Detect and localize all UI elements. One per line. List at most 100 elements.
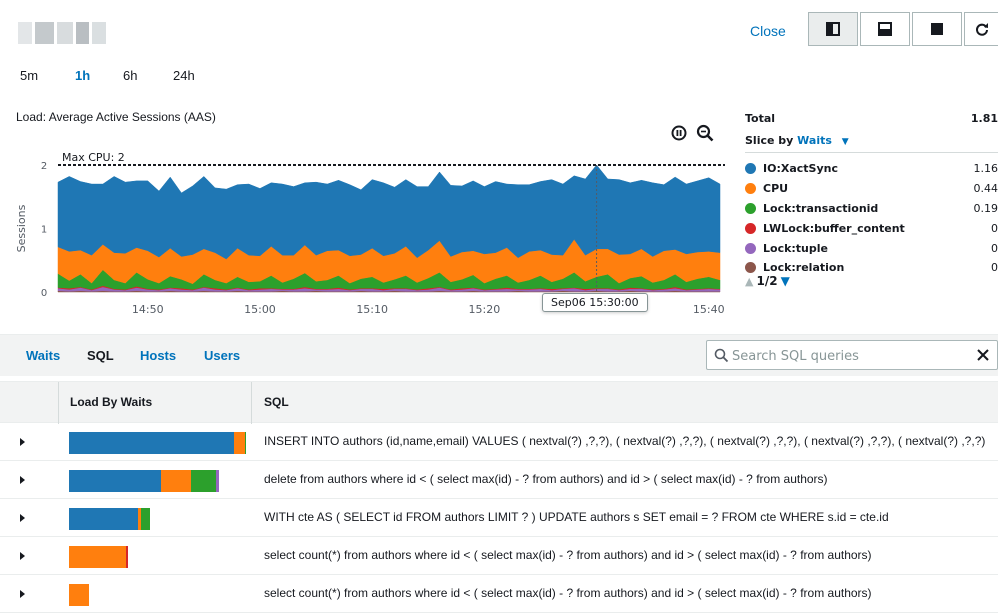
chart-title: Load: Average Active Sessions (AAS) — [16, 110, 216, 124]
table-header: Load By Waits SQL — [0, 381, 998, 424]
legend-color-dot — [745, 262, 756, 274]
legend-color-dot — [745, 183, 756, 195]
table-row[interactable]: select count(*) from authors where id < … — [0, 575, 998, 613]
legend-item-label: Lock:relation — [763, 261, 845, 275]
slice-by-value[interactable]: Waits — [797, 134, 832, 147]
sql-text: WITH cte AS ( SELECT id FROM authors LIM… — [264, 510, 889, 524]
legend-item-label: CPU — [763, 182, 789, 196]
expand-caret-icon[interactable] — [20, 552, 25, 560]
tab-hosts[interactable]: Hosts — [140, 348, 176, 363]
x-tick-label: 15:10 — [356, 303, 388, 316]
search-icon — [714, 348, 729, 363]
legend-item-label: IO:XactSync — [763, 162, 838, 176]
load-bar-segment — [244, 432, 246, 454]
split-vertical-button[interactable] — [808, 12, 858, 46]
y-tick-label: 1 — [41, 225, 47, 236]
table-row[interactable]: delete from authors where id < ( select … — [0, 461, 998, 499]
search-input[interactable] — [732, 346, 972, 366]
chart-tooltip: Sep06 15:30:00 — [542, 293, 648, 312]
legend-item-label: LWLock:buffer_content — [763, 221, 905, 235]
legend-items: IO:XactSync 1.16 CPU 0.44 Lock:transactionid… — [745, 159, 998, 277]
expand-caret-icon[interactable] — [20, 514, 25, 522]
load-bar-segment — [69, 432, 234, 454]
column-header-sql[interactable]: SQL — [264, 395, 289, 409]
table-row[interactable]: WITH cte AS ( SELECT id FROM authors LIM… — [0, 499, 998, 537]
slice-by-prefix: Slice by — [745, 134, 794, 147]
threshold-label: Max CPU: 2 — [62, 151, 125, 164]
expand-caret-icon[interactable] — [20, 476, 25, 484]
x-tick-label: 15:40 — [693, 303, 725, 316]
close-icon[interactable] — [975, 347, 991, 363]
page-prev-icon[interactable]: ▲ — [745, 275, 753, 288]
legend-color-dot — [745, 202, 756, 214]
expand-caret-icon[interactable] — [20, 438, 25, 446]
chevron-down-icon[interactable]: ▼ — [842, 137, 849, 147]
x-tick-label: 15:00 — [244, 303, 276, 316]
chart-legend: Total 1.81 Slice by Waits ▼ IO:XactSync 1… — [745, 112, 998, 277]
tab-waits[interactable]: Waits — [26, 348, 60, 363]
load-bar-segment — [141, 508, 150, 530]
full-view-icon — [931, 23, 943, 35]
load-bar-segment — [69, 546, 126, 568]
table-row[interactable]: INSERT INTO authors (id,name,email) VALU… — [0, 423, 998, 461]
expand-caret-icon[interactable] — [20, 590, 25, 598]
load-bar-segment — [69, 508, 138, 530]
tab-sql[interactable]: SQL — [87, 348, 114, 363]
column-divider — [58, 382, 59, 424]
legend-item-label: Lock:transactionid — [763, 201, 879, 215]
y-tick-label: 0 — [41, 288, 47, 299]
load-bar-segment — [69, 470, 161, 492]
legend-total-label: Total — [745, 112, 776, 125]
legend-item-value: 1.16 — [973, 162, 998, 176]
table-row[interactable]: select count(*) from authors where id < … — [0, 537, 998, 575]
tab-users[interactable]: Users — [204, 348, 240, 363]
sql-text: select count(*) from authors where id < … — [264, 548, 872, 562]
full-view-button[interactable] — [912, 12, 962, 46]
legend-item[interactable]: CPU 0.44 — [745, 179, 998, 199]
load-bar — [69, 470, 219, 492]
load-bar-segment — [190, 470, 216, 492]
legend-item[interactable]: Lock:transactionid 0.19 — [745, 199, 998, 219]
time-range-5m[interactable]: 5m — [20, 68, 38, 83]
slice-by-selector[interactable]: Slice by Waits ▼ — [745, 134, 998, 153]
legend-item[interactable]: LWLock:buffer_content 0 — [745, 218, 998, 238]
split-vertical-icon — [826, 22, 840, 36]
legend-item[interactable]: IO:XactSync 1.16 — [745, 159, 998, 179]
legend-item-value: 0 — [991, 261, 998, 275]
legend-color-dot — [745, 242, 756, 254]
legend-color-dot — [745, 163, 756, 175]
legend-item-value: 0 — [991, 221, 998, 235]
legend-total: Total 1.81 — [745, 112, 998, 125]
x-tick-label: 14:50 — [132, 303, 164, 316]
legend-item-value: 0.19 — [973, 201, 998, 215]
column-divider — [251, 382, 252, 424]
time-range-24h[interactable]: 24h — [173, 68, 195, 83]
x-tick-label: 15:20 — [469, 303, 501, 316]
y-axis-label: Sessions — [15, 204, 28, 252]
legend-total-value: 1.81 — [970, 112, 998, 125]
sql-text: INSERT INTO authors (id,name,email) VALU… — [264, 434, 986, 448]
search-box — [706, 340, 998, 370]
load-bar-segment — [216, 470, 219, 492]
close-link[interactable]: Close — [750, 23, 786, 39]
page-label: 1/2 — [756, 274, 778, 288]
legend-pagination: ▲ 1/2 ▼ — [745, 274, 790, 288]
split-horizontal-icon — [878, 22, 892, 36]
time-range-6h[interactable]: 6h — [123, 68, 137, 83]
legend-item[interactable]: Lock:tuple 0 — [745, 238, 998, 258]
sql-text: delete from authors where id < ( select … — [264, 472, 828, 486]
page-next-icon[interactable]: ▼ — [781, 274, 790, 288]
refresh-button[interactable] — [964, 12, 998, 46]
time-range-1h[interactable]: 1h — [75, 68, 90, 83]
load-bar — [69, 584, 89, 606]
legend-item-value: 0.44 — [973, 182, 998, 196]
legend-item-value: 0 — [991, 241, 998, 255]
column-header-load[interactable]: Load By Waits — [70, 395, 152, 409]
load-bar — [69, 508, 150, 530]
y-tick-label: 2 — [41, 161, 47, 172]
series-area — [57, 164, 721, 260]
split-horizontal-button[interactable] — [860, 12, 910, 46]
load-bar — [69, 432, 246, 454]
load-bar-segment — [69, 584, 89, 606]
sql-text: select count(*) from authors where id < … — [264, 586, 872, 600]
